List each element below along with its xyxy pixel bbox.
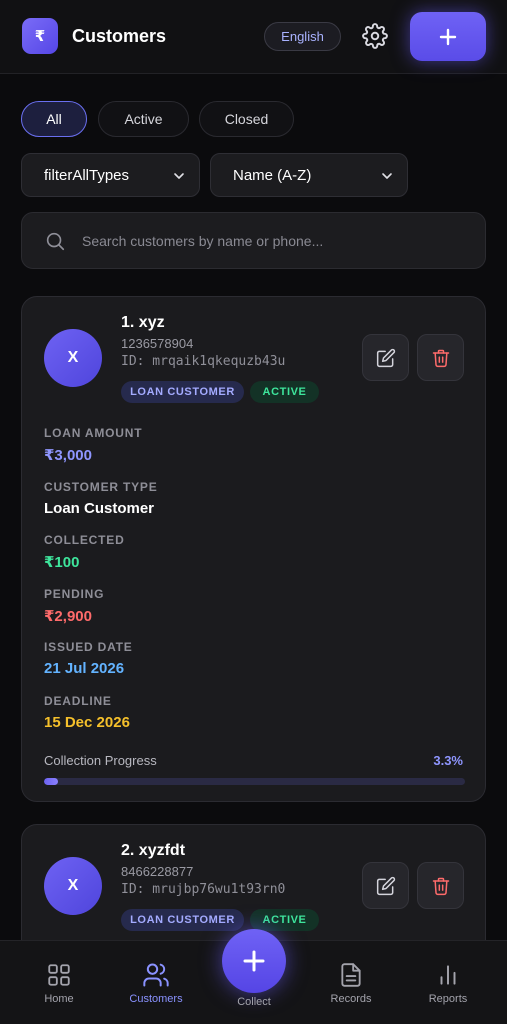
- progress-fill: [44, 778, 58, 785]
- nav-home-label: Home: [44, 993, 74, 1005]
- edit-icon: [376, 876, 395, 895]
- users-icon: [142, 961, 170, 989]
- issued-date-value: 21 Jul 2026: [44, 660, 125, 677]
- type-filter-select[interactable]: filterAllTypes: [21, 153, 200, 197]
- nav-reports-label: Reports: [428, 993, 468, 1005]
- nav-reports[interactable]: Reports: [423, 941, 473, 1024]
- progress-percent: 3.3%: [433, 753, 463, 768]
- rupee-logo-icon: ₹: [22, 18, 58, 54]
- edit-button[interactable]: [362, 334, 409, 381]
- edit-button[interactable]: [362, 862, 409, 909]
- plus-icon: [439, 28, 457, 45]
- nav-customers[interactable]: Customers: [124, 941, 188, 1024]
- add-customer-button[interactable]: [410, 12, 486, 61]
- search-icon: [46, 232, 65, 251]
- customer-phone: 1236578904: [121, 336, 194, 351]
- status-badge: ACTIVE: [250, 909, 319, 931]
- customer-type-value: Loan Customer: [44, 500, 155, 517]
- plus-icon: [243, 950, 265, 972]
- tab-closed[interactable]: Closed: [199, 101, 294, 137]
- loan-amount-value: ₹3,000: [44, 447, 92, 464]
- customer-name: 1. xyz: [121, 314, 165, 331]
- nav-customers-label: Customers: [129, 993, 183, 1005]
- sort-select[interactable]: Name (A-Z): [210, 153, 408, 197]
- pending-label: PENDING: [44, 587, 105, 601]
- progress-label: Collection Progress: [44, 753, 157, 768]
- collect-button[interactable]: [222, 929, 286, 993]
- deadline-label: DEADLINE: [44, 694, 112, 708]
- language-button[interactable]: English: [264, 22, 341, 51]
- grid-icon: [45, 961, 73, 989]
- tab-active[interactable]: Active: [98, 101, 189, 137]
- avatar: X: [44, 329, 102, 387]
- document-icon: [337, 961, 365, 989]
- collected-label: COLLECTED: [44, 533, 125, 547]
- search-box: [21, 212, 486, 269]
- customer-id: ID: mrujbp76wu1t93rn0: [121, 882, 286, 897]
- loan-amount-label: LOAN AMOUNT: [44, 426, 143, 440]
- app-header: ₹ Customers English: [0, 0, 507, 74]
- customer-card[interactable]: X 1. xyz 1236578904 ID: mrqaik1qkequzb43…: [21, 296, 486, 802]
- tab-all[interactable]: All: [21, 101, 87, 137]
- pending-value: ₹2,900: [44, 608, 92, 625]
- collect-label: Collect: [237, 996, 271, 1008]
- chevron-down-icon: [174, 173, 184, 179]
- edit-icon: [376, 348, 395, 367]
- sort-value: Name (A-Z): [233, 166, 312, 184]
- trash-icon: [432, 349, 449, 367]
- bar-chart-icon: [434, 961, 462, 989]
- customer-phone: 8466228877: [121, 864, 194, 879]
- type-badge: LOAN CUSTOMER: [121, 909, 244, 931]
- customer-type-label: CUSTOMER TYPE: [44, 480, 158, 494]
- progress-bar: [44, 778, 465, 785]
- delete-button[interactable]: [417, 334, 464, 381]
- collected-value: ₹100: [44, 554, 80, 571]
- page-title: Customers: [72, 26, 167, 46]
- chevron-down-icon: [382, 173, 392, 179]
- status-badge: ACTIVE: [250, 381, 319, 403]
- nav-records[interactable]: Records: [326, 941, 376, 1024]
- gear-icon[interactable]: [361, 22, 389, 50]
- nav-records-label: Records: [330, 993, 372, 1005]
- nav-home[interactable]: Home: [34, 941, 84, 1024]
- type-filter-value: filterAllTypes: [44, 166, 130, 184]
- deadline-value: 15 Dec 2026: [44, 714, 130, 731]
- customer-name: 2. xyzfdt: [121, 842, 186, 859]
- customer-id: ID: mrqaik1qkequzb43u: [121, 354, 286, 369]
- type-badge: LOAN CUSTOMER: [121, 381, 244, 403]
- issued-date-label: ISSUED DATE: [44, 640, 133, 654]
- delete-button[interactable]: [417, 862, 464, 909]
- search-input[interactable]: [82, 227, 472, 255]
- avatar: X: [44, 857, 102, 915]
- trash-icon: [432, 877, 449, 895]
